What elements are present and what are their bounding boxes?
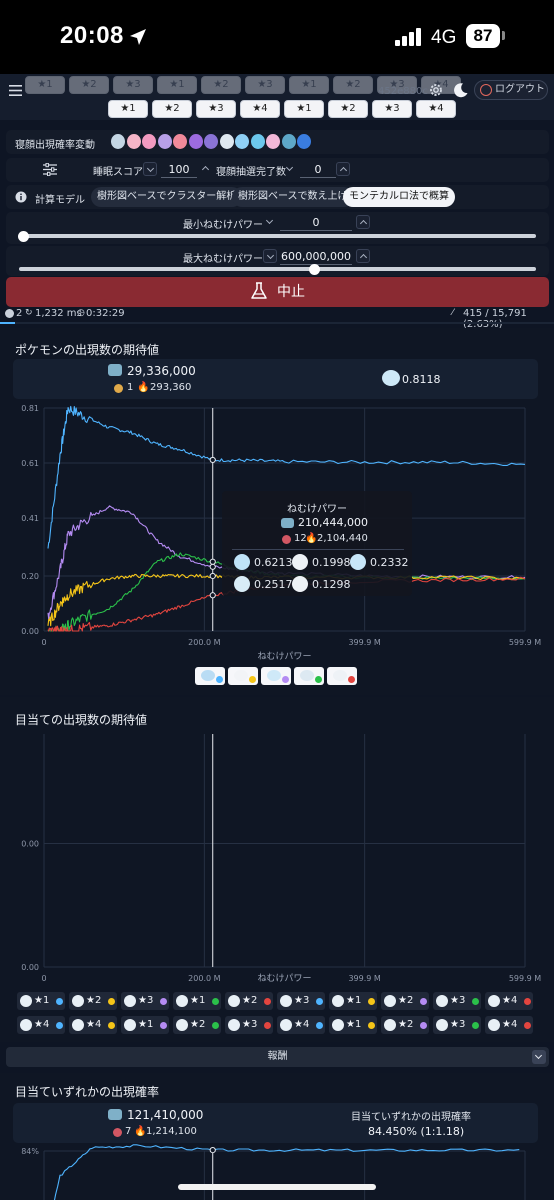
chart3-series-line [53,1144,520,1200]
home-indicator [178,1184,376,1190]
chart3-plot: 84% [21,1144,526,1200]
app-root: 20:08 4G 87 ★1 ★2 ★3 ★1 ★2 ★3 ★1 ★2 ★3 ★4 ★1 ★2 ★3 ★… [0,0,554,1200]
chart3-y-tick-label: 84% [21,1147,39,1156]
chart3-crosshair-point [209,1147,216,1154]
